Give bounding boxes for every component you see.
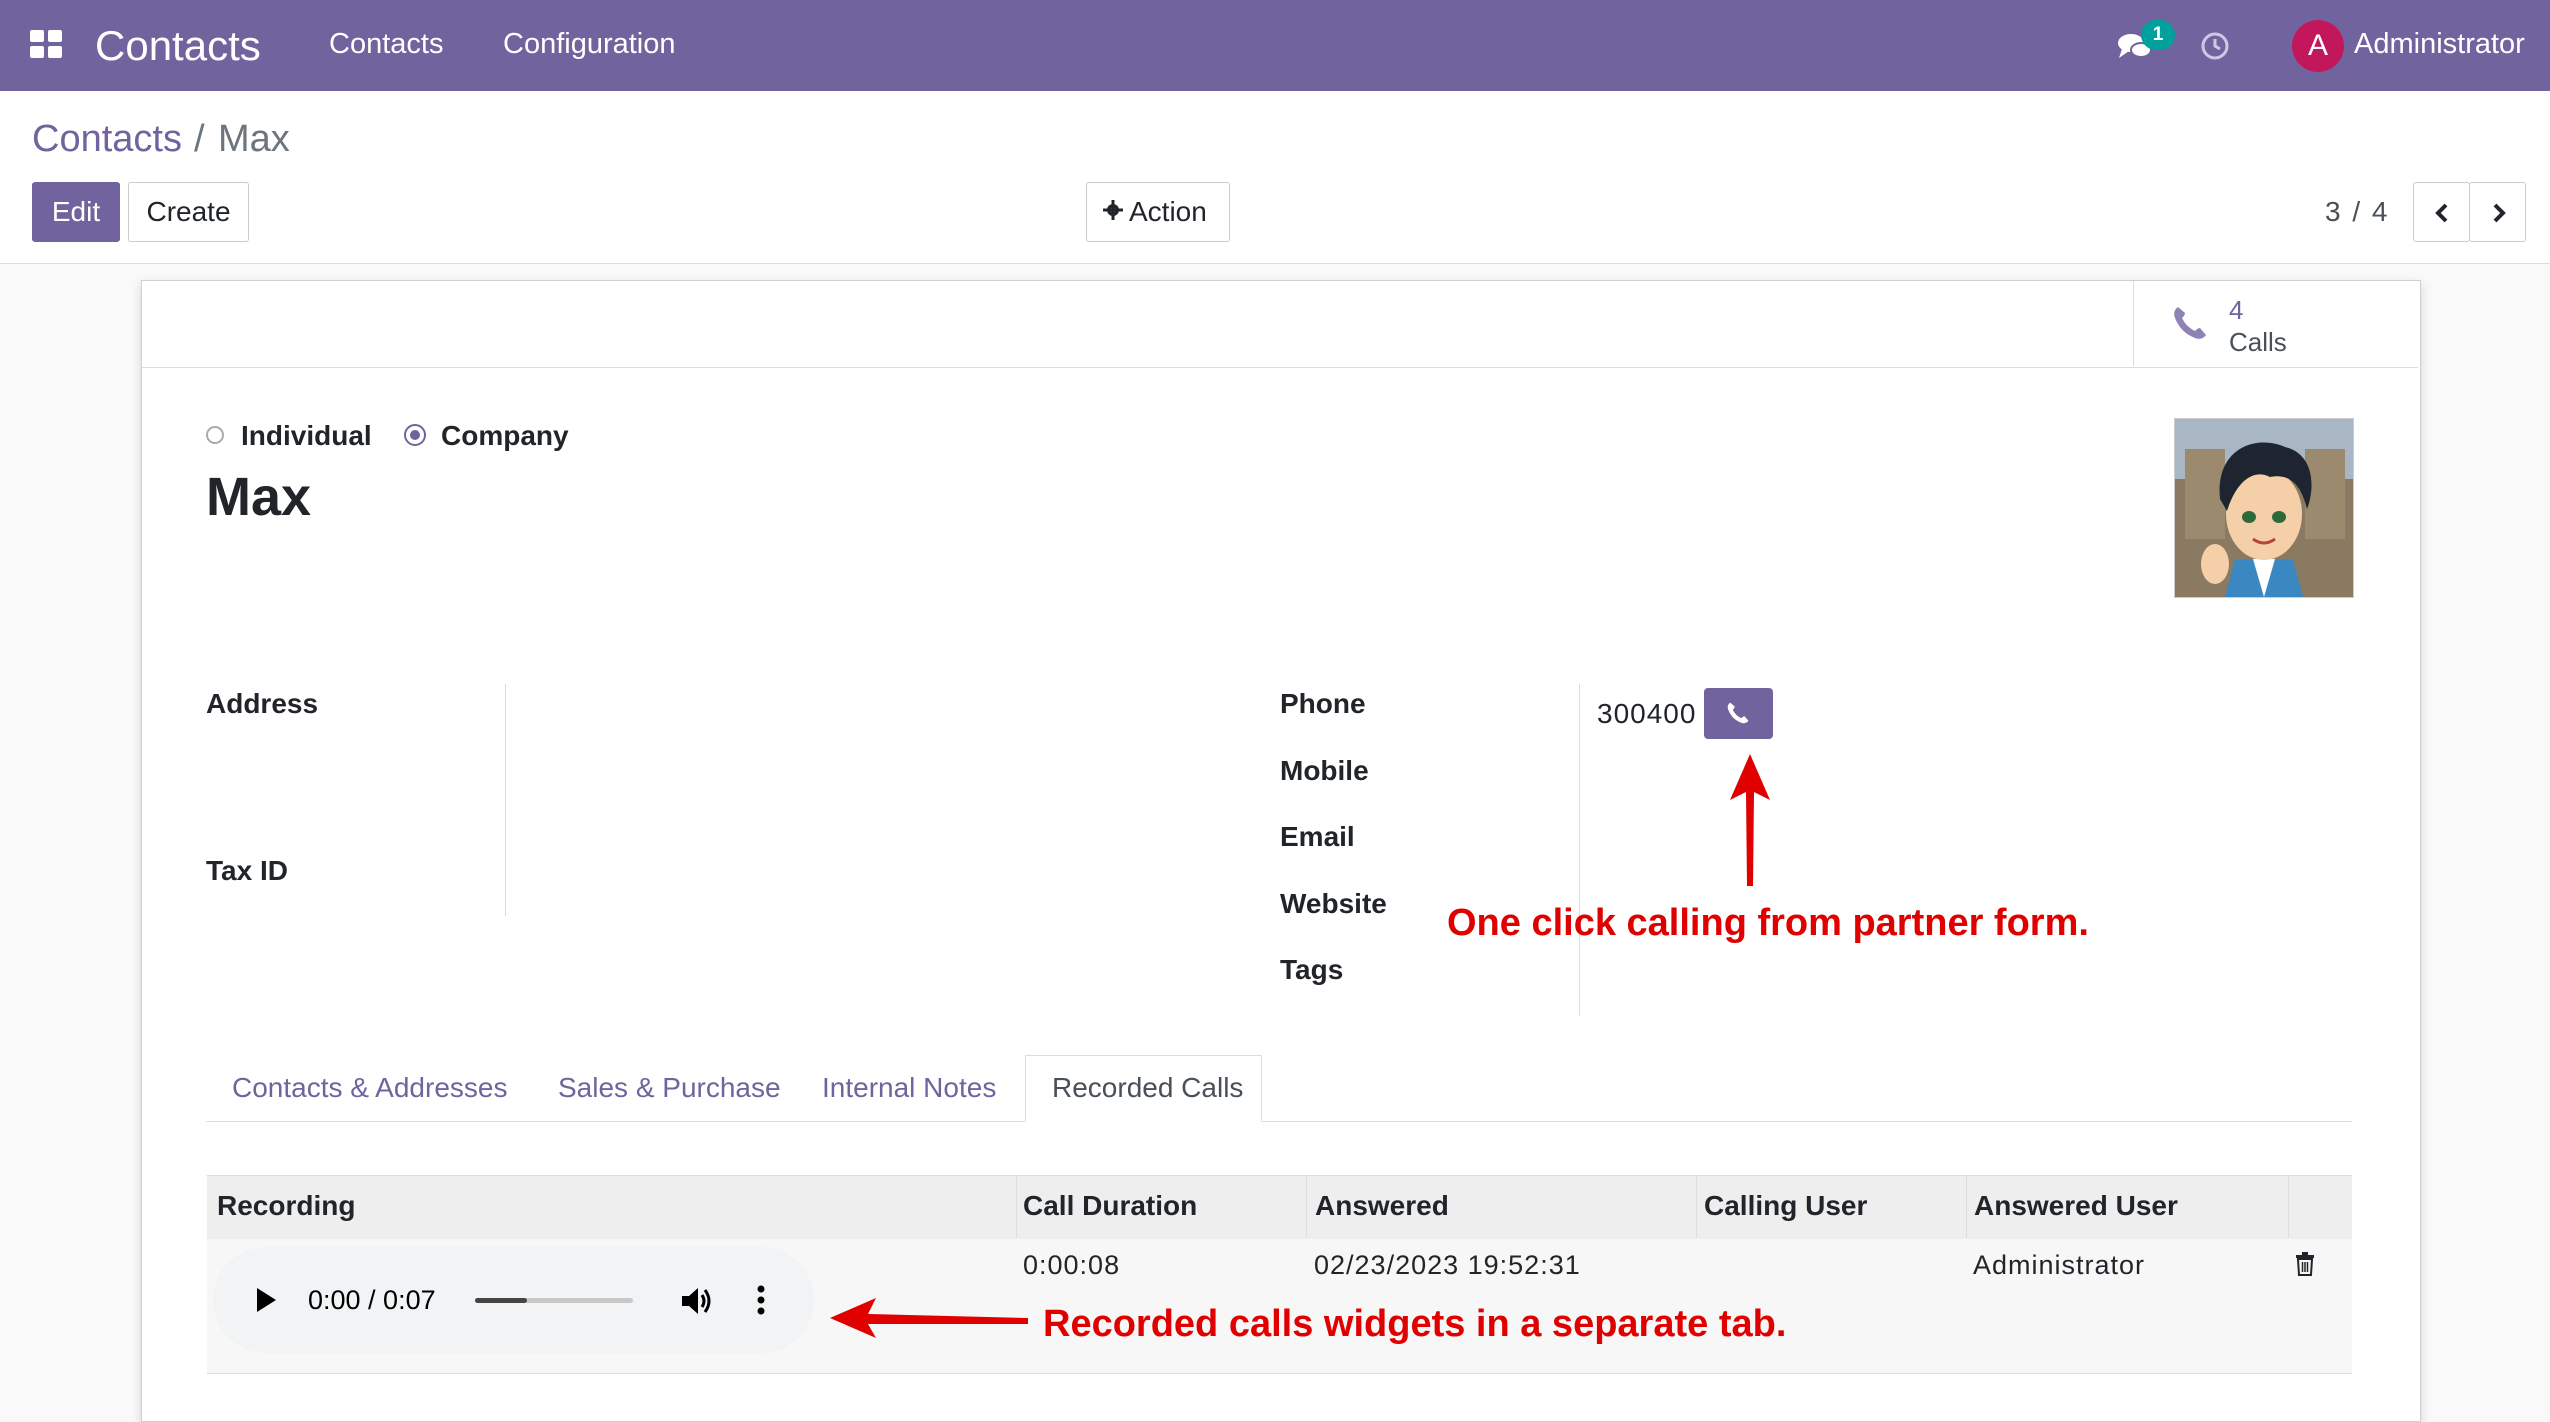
annotation-arrow-left xyxy=(830,1298,1028,1338)
activity-clock-icon[interactable] xyxy=(2200,31,2230,61)
header-divider xyxy=(1306,1176,1307,1238)
menu-configuration[interactable]: Configuration xyxy=(503,28,676,61)
audio-time: 0:00 / 0:07 xyxy=(308,1285,436,1315)
tab-recorded-calls-label: Recorded Calls xyxy=(1052,1072,1244,1103)
individual-radio[interactable] xyxy=(206,426,224,444)
cell-answered-user: Administrator xyxy=(1973,1250,2146,1280)
message-count-badge: 1 xyxy=(2141,20,2175,50)
header-divider xyxy=(1966,1176,1967,1238)
column-recording[interactable]: Recording xyxy=(217,1190,355,1222)
gear-icon xyxy=(1103,200,1123,220)
audio-player[interactable]: 0:00 / 0:07 xyxy=(213,1247,814,1353)
annotation-arrow-up xyxy=(1730,754,1770,886)
action-label: Action xyxy=(1129,196,1207,227)
pager-value[interactable]: 3 / 4 xyxy=(2325,196,2389,228)
calls-label: Calls xyxy=(2229,327,2287,357)
breadcrumb-current: Max xyxy=(218,118,290,160)
tab-internal-notes[interactable]: Internal Notes xyxy=(822,1072,996,1104)
column-call-duration[interactable]: Call Duration xyxy=(1023,1190,1197,1222)
tab-contacts-addresses[interactable]: Contacts & Addresses xyxy=(232,1072,507,1104)
partner-name[interactable]: Max xyxy=(206,466,311,528)
tax-id-label: Tax ID xyxy=(206,855,288,886)
pager-next-button[interactable] xyxy=(2469,182,2526,242)
header-divider xyxy=(1016,1176,1017,1238)
individual-radio-label[interactable]: Individual xyxy=(241,420,372,452)
pager-previous-button[interactable] xyxy=(2413,182,2470,242)
phone-icon xyxy=(2174,307,2206,339)
play-icon[interactable] xyxy=(255,1287,277,1313)
column-answered-user[interactable]: Answered User xyxy=(1974,1190,2178,1222)
cell-call-duration: 0:00:08 xyxy=(1023,1250,1121,1280)
company-radio[interactable] xyxy=(404,424,426,446)
annotation-call-note: One click calling from partner form. xyxy=(1447,902,2089,944)
notebook-baseline xyxy=(206,1121,2352,1122)
menu-contacts[interactable]: Contacts xyxy=(329,28,443,61)
trash-icon[interactable] xyxy=(2295,1252,2315,1276)
email-label: Email xyxy=(1280,821,1355,852)
breadcrumb-separator: / xyxy=(194,118,205,160)
chevron-left-icon xyxy=(2435,203,2448,223)
calls-smart-button[interactable]: 4 Calls xyxy=(2133,281,2418,366)
create-button[interactable]: Create xyxy=(128,182,249,242)
header-divider xyxy=(2288,1176,2289,1238)
cell-answered: 02/23/2023 19:52:31 xyxy=(1314,1250,1581,1280)
website-label: Website xyxy=(1280,888,1387,919)
breadcrumb-parent[interactable]: Contacts xyxy=(32,118,182,161)
action-button[interactable]: Action xyxy=(1086,182,1230,242)
user-menu-name[interactable]: Administrator xyxy=(2354,28,2525,61)
partner-avatar-image[interactable] xyxy=(2174,418,2354,598)
chevron-right-icon xyxy=(2493,203,2506,223)
more-options-icon[interactable] xyxy=(757,1285,765,1315)
mobile-label: Mobile xyxy=(1280,755,1369,786)
volume-icon[interactable] xyxy=(680,1285,714,1317)
audio-progress-track[interactable] xyxy=(475,1298,633,1303)
phone-icon xyxy=(1727,702,1749,724)
edit-button[interactable]: Edit xyxy=(32,182,120,242)
audio-progress-fill xyxy=(475,1298,528,1303)
tab-sales-purchase[interactable]: Sales & Purchase xyxy=(558,1072,781,1104)
tab-recorded-calls[interactable]: Recorded Calls xyxy=(1025,1055,1262,1122)
apps-menu-icon[interactable] xyxy=(30,30,64,60)
app-title[interactable]: Contacts xyxy=(95,22,261,70)
address-label: Address xyxy=(206,688,319,719)
phone-label: Phone xyxy=(1280,688,1366,719)
left-group-divider xyxy=(505,684,506,916)
annotation-recording-note: Recorded calls widgets in a separate tab… xyxy=(1043,1303,1787,1345)
column-answered[interactable]: Answered xyxy=(1315,1190,1449,1222)
call-phone-button[interactable] xyxy=(1704,688,1773,739)
right-group-divider xyxy=(1579,684,1580,1016)
control-panel xyxy=(0,91,2550,264)
calls-count: 4 xyxy=(2229,295,2244,325)
column-calling-user[interactable]: Calling User xyxy=(1704,1190,1867,1222)
phone-value[interactable]: 300400 xyxy=(1597,698,1696,730)
user-avatar[interactable]: A xyxy=(2292,20,2344,72)
button-box-divider xyxy=(142,367,2418,368)
header-divider xyxy=(1696,1176,1697,1238)
tags-label: Tags xyxy=(1280,954,1344,985)
company-radio-label[interactable]: Company xyxy=(441,420,569,452)
